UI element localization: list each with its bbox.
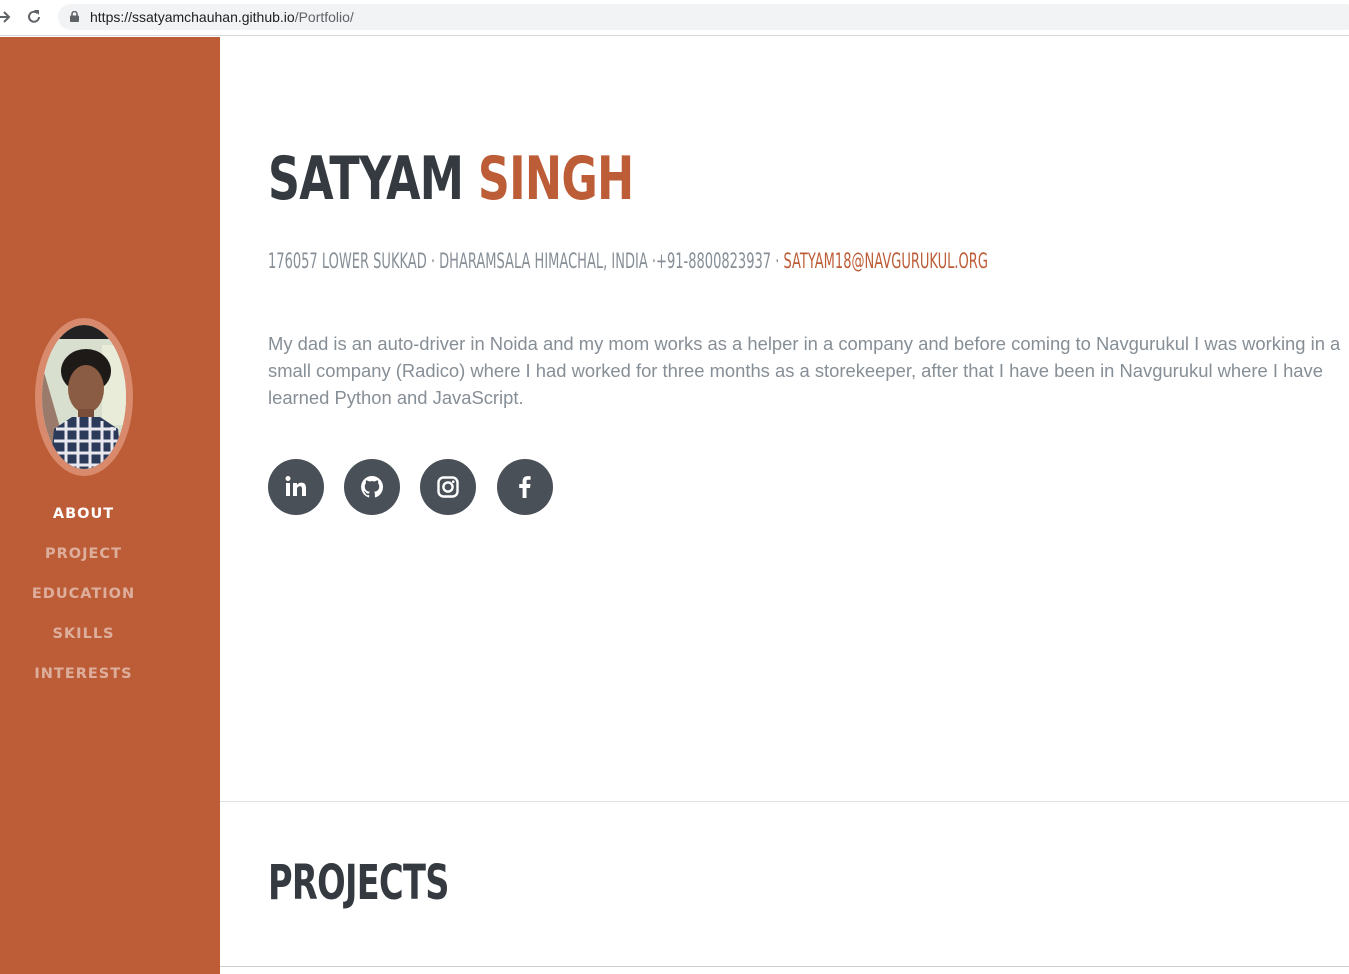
- nav-item-project[interactable]: PROJECT: [0, 543, 167, 583]
- facebook-icon: [519, 476, 531, 498]
- url-text: https://ssatyamchauhan.github.io/Portfol…: [90, 9, 354, 25]
- github-icon: [361, 476, 384, 498]
- sidebar: ABOUT PROJECT EDUCATION SKILLS INTERESTS: [0, 37, 220, 974]
- lock-icon: [70, 11, 79, 22]
- profile-photo: [42, 325, 126, 469]
- linkedin-button[interactable]: [268, 459, 324, 515]
- facebook-button[interactable]: [497, 459, 553, 515]
- email-link[interactable]: SATYAM18@NAVGURUKUL.ORG: [783, 249, 987, 273]
- sidebar-nav: ABOUT PROJECT EDUCATION SKILLS INTERESTS: [0, 503, 167, 703]
- nav-item-about[interactable]: ABOUT: [0, 503, 167, 543]
- last-name: SINGH: [477, 144, 634, 214]
- first-name: SATYAM: [268, 144, 464, 214]
- instagram-icon: [437, 476, 459, 498]
- instagram-button[interactable]: [420, 459, 476, 515]
- forward-arrow-icon[interactable]: [0, 8, 12, 26]
- projects-heading: PROJECTS: [268, 855, 449, 911]
- page-title: SATYAM SINGH: [268, 149, 634, 209]
- linkedin-icon: [285, 476, 306, 496]
- nav-item-skills[interactable]: SKILLS: [0, 623, 167, 663]
- browser-toolbar: https://ssatyamchauhan.github.io/Portfol…: [0, 0, 1349, 36]
- avatar: [35, 318, 133, 476]
- github-button[interactable]: [344, 459, 400, 515]
- address-text: 176057 LOWER SUKKAD · DHARAMSALA HIMACHA…: [268, 249, 780, 273]
- reload-icon[interactable]: [24, 7, 44, 27]
- window-bottom-edge: [220, 966, 1349, 967]
- main-content: SATYAM SINGH 176057 LOWER SUKKAD · DHARA…: [220, 37, 1349, 974]
- nav-item-interests[interactable]: INTERESTS: [0, 663, 167, 703]
- bio-text: My dad is an auto-driver in Noida and my…: [268, 333, 1341, 408]
- nav-item-education[interactable]: EDUCATION: [0, 583, 167, 623]
- url-host: https://ssatyamchauhan.github.io: [90, 9, 295, 25]
- profile-photo-image: [42, 325, 126, 469]
- contact-subheading: 176057 LOWER SUKKAD · DHARAMSALA HIMACHA…: [268, 251, 988, 272]
- section-divider: [220, 801, 1349, 802]
- address-bar[interactable]: https://ssatyamchauhan.github.io/Portfol…: [58, 4, 1349, 30]
- url-path: /Portfolio/: [294, 9, 354, 25]
